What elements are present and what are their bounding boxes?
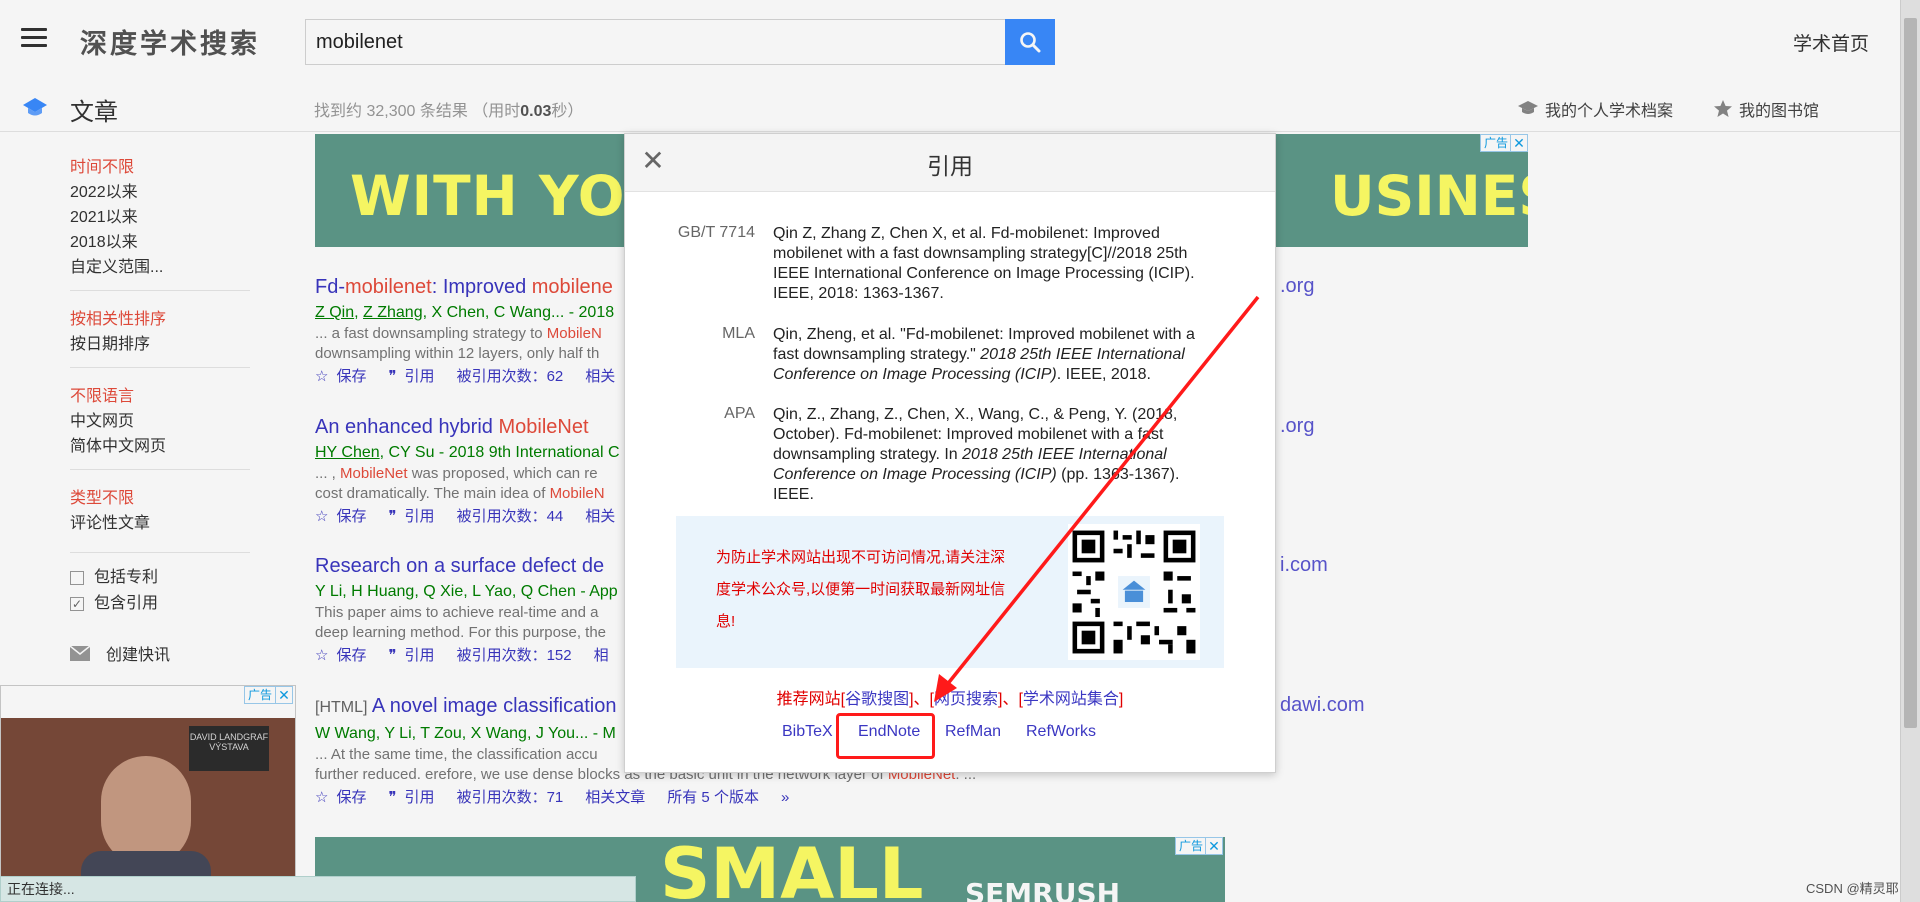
export-refworks-link[interactable]: RefWorks (1026, 723, 1096, 741)
citation-format-label: APA (724, 405, 755, 422)
notice-text: 为防止学术网站出现不可访问情况,请关注深度学术公众号,以便第一时间获取最新网址信… (716, 549, 1006, 630)
citation-text[interactable]: Qin, Z., Zhang, Z., Chen, X., Wang, C., … (773, 405, 1213, 505)
citation-format-label: GB/T 7714 (677, 224, 755, 241)
citation-text[interactable]: Qin Z, Zhang Z, Chen X, et al. Fd-mobile… (773, 224, 1213, 304)
export-bibtex-link[interactable]: BibTeX (782, 723, 833, 741)
annotation-highlight-box (836, 713, 935, 759)
google-image-search-link[interactable]: 谷歌搜图 (845, 691, 909, 708)
export-refman-link[interactable]: RefMan (945, 723, 1001, 741)
dialog-header: 引用 ✕ (625, 134, 1275, 192)
recommended-sites: 推荐网站[谷歌搜图]、[网页搜索]、[学术网站集合] (776, 691, 1124, 708)
qr-code-icon (1068, 524, 1200, 660)
web-search-link[interactable]: 网页搜索 (934, 691, 998, 708)
close-icon[interactable]: ✕ (639, 147, 667, 176)
citation-text[interactable]: Qin, Zheng, et al. "Fd-mobilenet: Improv… (773, 325, 1213, 385)
academic-sites-link[interactable]: 学术网站集合 (1023, 691, 1119, 708)
wechat-notice: 为防止学术网站出现不可访问情况,请关注深度学术公众号,以便第一时间获取最新网址信… (676, 516, 1224, 668)
citation-format-label: MLA (722, 325, 755, 342)
citation-dialog: 引用 ✕ GB/T 7714 Qin Z, Zhang Z, Chen X, e… (624, 133, 1276, 773)
dialog-title: 引用 (927, 153, 973, 179)
